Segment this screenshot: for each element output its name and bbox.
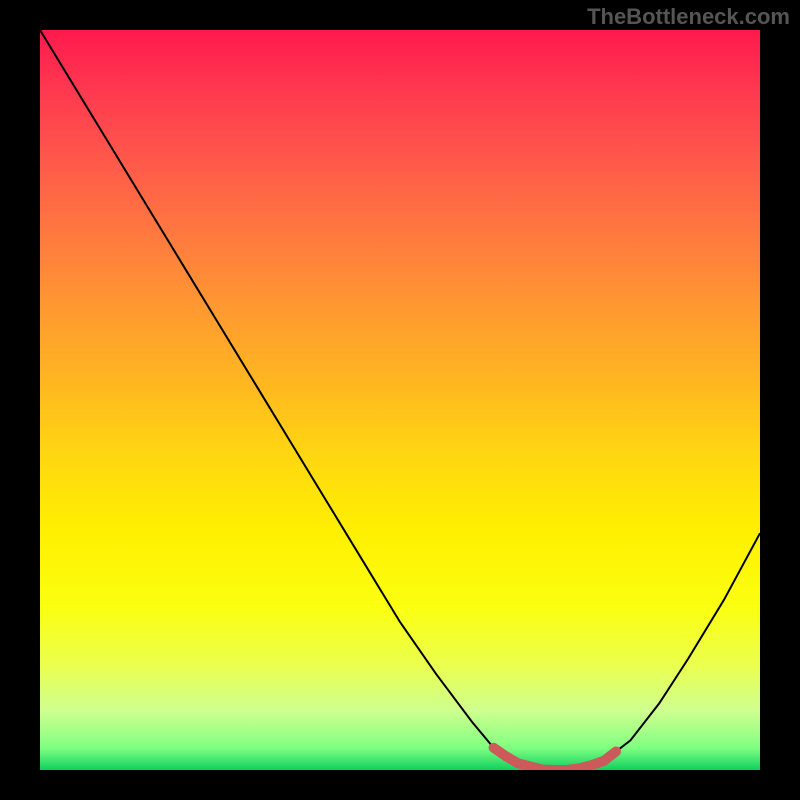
watermark-text: TheBottleneck.com <box>587 4 790 30</box>
chart-svg <box>40 30 760 770</box>
optimal-highlight <box>494 748 616 770</box>
bottleneck-curve <box>40 30 760 770</box>
plot-area <box>40 30 760 770</box>
